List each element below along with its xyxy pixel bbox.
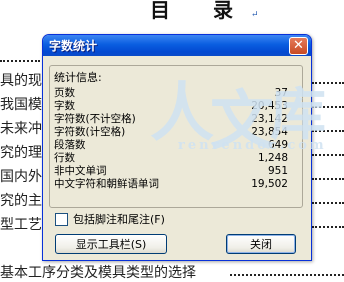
stat-value: 23,142 [251,113,288,125]
document-line: 型工艺 [0,217,42,233]
statistics-group: 统计信息: 页数 37 字数 20,453 字符数(不计空格) 23,142 字符数(… [49,65,303,208]
toc-leader [312,176,344,180]
stat-row-chars-no-spaces: 字符数(不计空格) 23,142 [54,113,288,126]
toc-leader [230,272,344,276]
stat-row-non-chinese-words: 非中文单词 951 [54,165,288,178]
word-count-dialog: 字数统计 ✕ 统计信息: 页数 37 字数 20,453 字符数(不计空格) 23,1… [42,34,312,261]
close-icon[interactable]: ✕ [289,36,308,55]
toc-leader [312,128,344,132]
include-footnotes-label: 包括脚注和尾注(F) [73,213,165,226]
document-line: 究的主 [0,193,42,209]
toc-leader [312,152,344,156]
stat-label: 段落数 [54,139,86,151]
document-line: 究的理 [0,145,42,161]
toc-leader [0,58,40,62]
close-button[interactable]: 关闭 [226,234,296,254]
stat-label: 行数 [54,152,75,164]
include-footnotes-checkbox[interactable] [55,212,68,226]
show-toolbar-button[interactable]: 显示工具栏(S) [55,234,167,254]
document-title: 目 录↵ [150,0,259,22]
include-footnotes-option[interactable]: 包括脚注和尾注(F) [55,211,165,227]
stat-row-paragraphs: 段落数 649 [54,139,288,152]
toc-leader [312,104,344,108]
stat-label: 非中文单词 [54,165,107,177]
toc-leader [312,224,344,228]
stat-label: 中文字符和朝鲜语单词 [54,178,159,190]
dialog-titlebar[interactable]: 字数统计 ✕ [43,35,311,56]
stat-row-chars-with-spaces: 字符数(计空格) 23,854 [54,126,288,139]
stat-value: 20,453 [251,100,288,112]
stat-value: 37 [274,87,288,99]
document-line: 具的现 [0,73,42,89]
stat-label: 字数 [54,100,75,112]
stat-row-pages: 页数 37 [54,87,288,100]
stat-value: 19,502 [251,178,288,190]
statistics-group-label: 统计信息: [54,71,102,84]
stat-row-chinese-korean: 中文字符和朝鲜语单词 19,502 [54,178,288,191]
document-line: 基本工序分类及模具类型的选择 [0,265,196,281]
stat-value: 649 [267,139,288,151]
toc-leader [312,80,344,84]
paragraph-mark-icon: ↵ [250,10,259,20]
stat-value: 951 [267,165,288,177]
dialog-title: 字数统计 [49,39,98,53]
statistics-table: 页数 37 字数 20,453 字符数(不计空格) 23,142 字符数(计空格) 23… [54,87,288,191]
stat-row-words: 字数 20,453 [54,100,288,113]
stat-value: 1,248 [257,152,288,164]
document-line: 国内外 [0,169,42,185]
toc-leader [312,200,344,204]
stat-value: 23,854 [251,126,288,138]
stat-label: 字符数(计空格) [54,126,126,138]
stat-row-lines: 行数 1,248 [54,152,288,165]
stat-label: 字符数(不计空格) [54,113,136,125]
stat-label: 页数 [54,87,75,99]
